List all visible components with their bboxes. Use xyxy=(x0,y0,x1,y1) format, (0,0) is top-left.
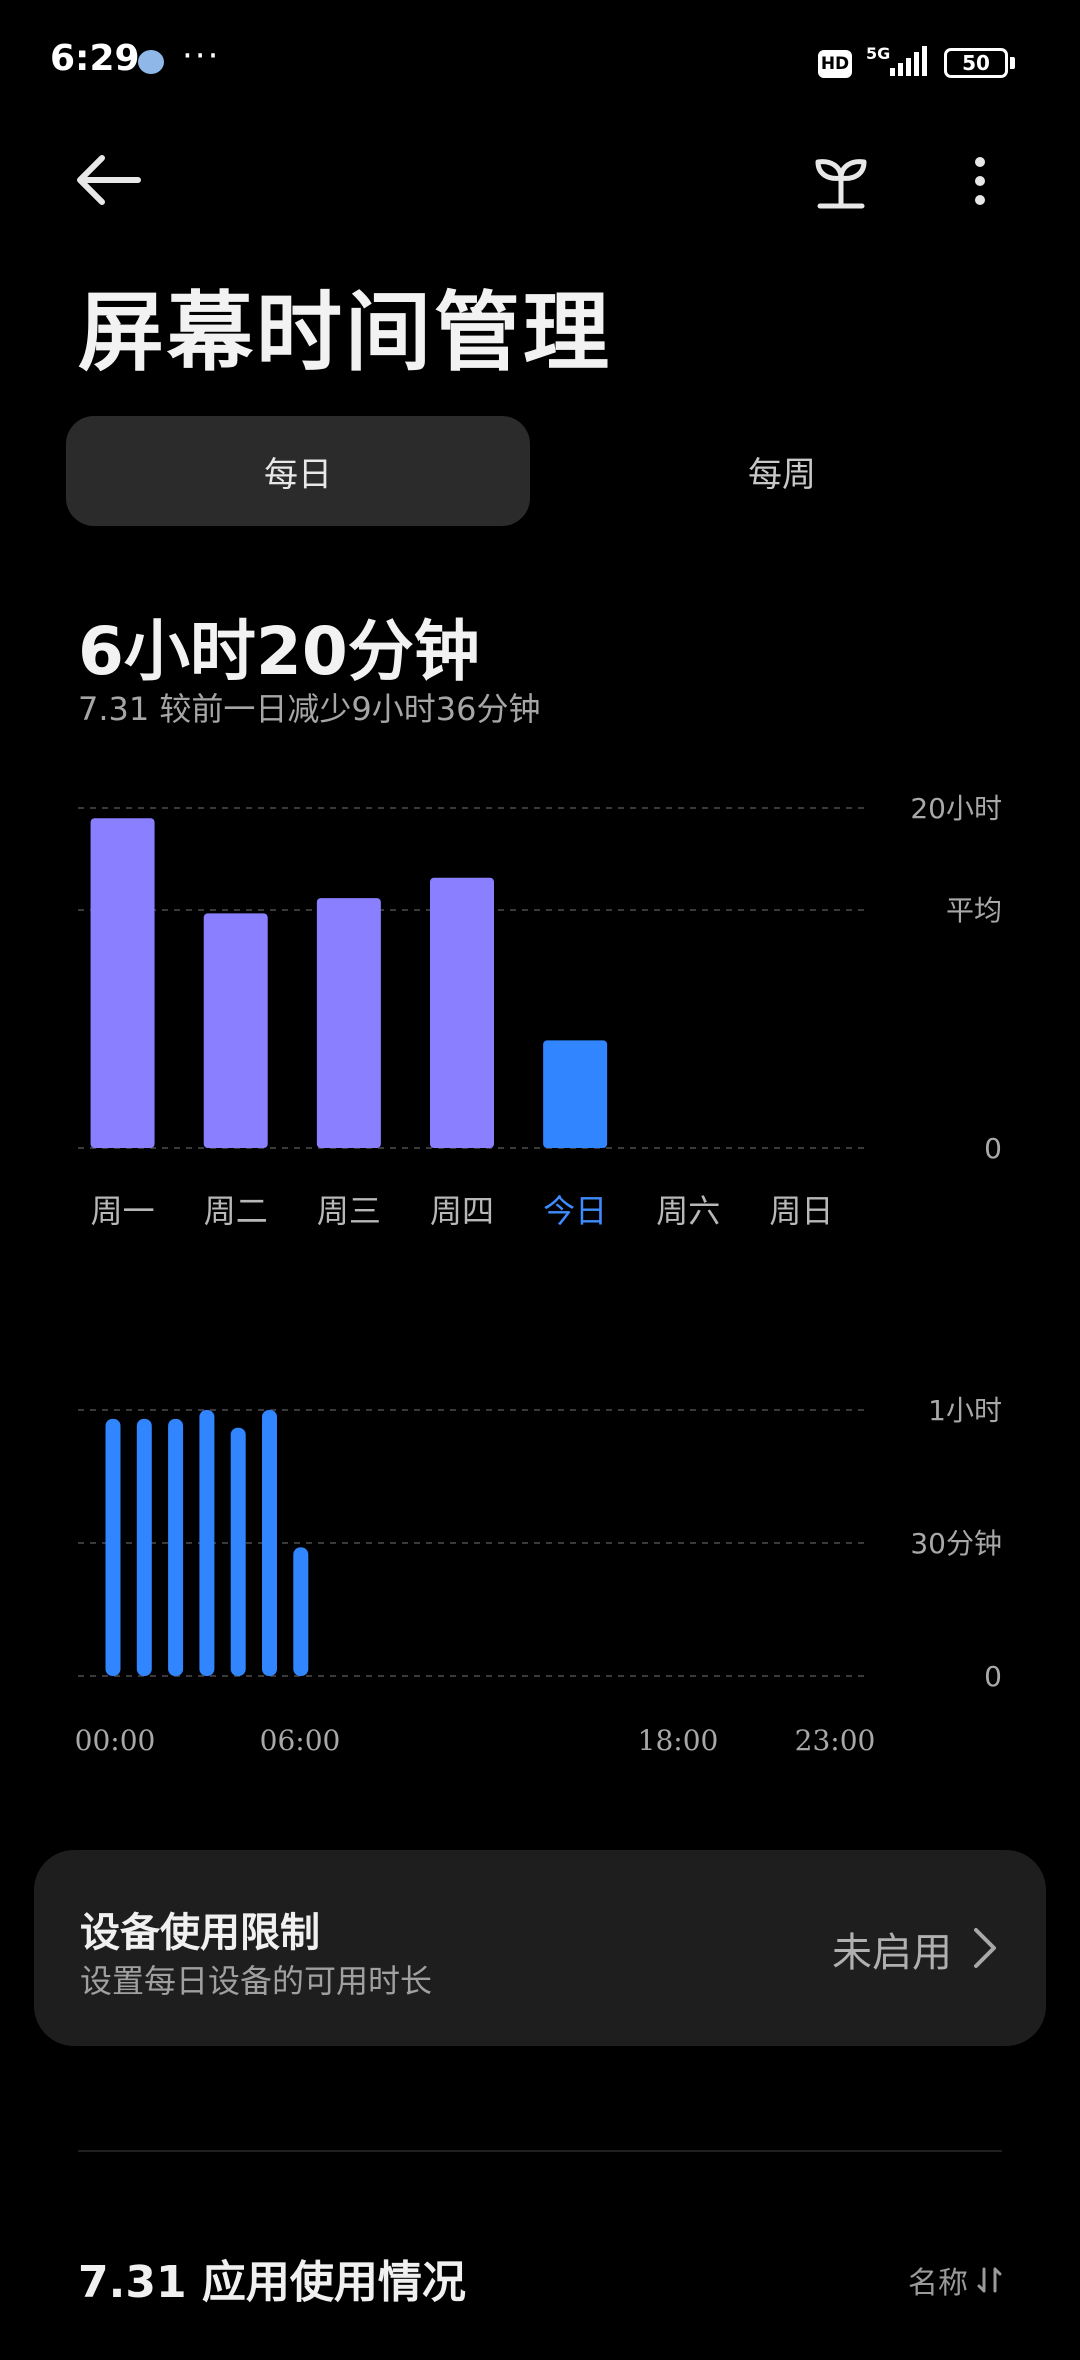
sprout-icon xyxy=(815,159,867,209)
bar xyxy=(199,1410,215,1676)
x-tick-label: 06:00 xyxy=(260,1724,341,1757)
y-tick-label: 0 xyxy=(984,1132,1002,1165)
device-limit-status: 未启用 xyxy=(832,1930,952,1976)
bar xyxy=(136,1418,152,1676)
more-vertical-icon xyxy=(975,157,985,205)
bar xyxy=(543,1040,608,1148)
y-tick-label: 0 xyxy=(984,1660,1002,1693)
compare-text: 7.31 较前一日减少9小时36分钟 xyxy=(78,690,541,728)
x-tick-label: 周一 xyxy=(91,1192,155,1230)
weekly-chart-svg: 20小时平均 0 周一 周二 周三 周四 今日 周六 周日 xyxy=(78,792,1002,1230)
sort-label: 名称 xyxy=(908,2266,968,2301)
bar xyxy=(262,1410,277,1676)
tab-weekly[interactable]: 每周 xyxy=(550,416,1014,526)
x-tick-label: 今日 xyxy=(543,1192,607,1230)
more-options-button[interactable] xyxy=(950,148,1010,218)
app-usage-title: 7.31 应用使用情况 xyxy=(78,2257,466,2308)
device-limit-subtitle: 设置每日设备的可用时长 xyxy=(80,1962,433,2000)
y-tick-label: 平均 xyxy=(946,894,1002,927)
bar xyxy=(90,818,155,1148)
back-button[interactable] xyxy=(70,148,150,212)
weekly-usage-chart: 20小时平均 0 周一 周二 周三 周四 今日 周六 周日 xyxy=(0,760,1080,1260)
section-divider xyxy=(78,2150,1002,2152)
device-limit-title: 设备使用限制 xyxy=(80,1910,320,1956)
bar xyxy=(168,1418,184,1676)
bar xyxy=(316,898,381,1148)
signal-icon xyxy=(890,46,927,76)
x-tick-label: 23:00 xyxy=(795,1724,876,1757)
x-tick-label: 00:00 xyxy=(75,1724,156,1757)
x-tick-label: 周四 xyxy=(430,1192,494,1230)
total-screen-time: 6小时20分钟 xyxy=(78,613,480,690)
y-tick-label: 1小时 xyxy=(928,1394,1002,1427)
page-title: 屏幕时间管理 xyxy=(78,283,612,383)
y-tick-label: 20小时 xyxy=(910,792,1002,825)
x-tick-label: 18:00 xyxy=(638,1724,719,1757)
bar xyxy=(105,1418,121,1676)
bar xyxy=(293,1547,309,1676)
x-tick-label: 周三 xyxy=(317,1192,381,1230)
status-time: 6:29 xyxy=(50,38,140,79)
hourly-usage-chart: 1小时 30分钟 0 00:00 06:00 18:00 23:00 xyxy=(0,1370,1080,1870)
bar xyxy=(230,1427,246,1676)
back-arrow-icon xyxy=(77,155,141,205)
x-tick-label: 周六 xyxy=(656,1192,720,1230)
x-tick-label: 周二 xyxy=(204,1192,268,1230)
sort-icon xyxy=(977,2267,1002,2293)
battery-tip xyxy=(1010,57,1015,69)
network-type: 5G xyxy=(866,44,891,63)
period-segment-control: 每日 每周 xyxy=(66,416,1014,526)
device-limit-card[interactable]: 设备使用限制 设置每日设备的可用时长 未启用 xyxy=(34,1850,1046,2046)
tab-daily[interactable]: 每日 xyxy=(66,416,530,526)
sprout-button[interactable] xyxy=(806,148,876,218)
bar xyxy=(203,913,268,1148)
status-more-notifications: ··· xyxy=(182,36,221,76)
notification-app-icon xyxy=(138,50,164,74)
battery-icon: 50 xyxy=(944,48,1008,78)
chevron-right-icon xyxy=(974,1928,996,1968)
y-tick-label: 30分钟 xyxy=(910,1527,1002,1560)
hourly-chart-svg: 1小时 30分钟 0 00:00 06:00 18:00 23:00 xyxy=(75,1394,1002,1757)
bar xyxy=(430,877,494,1148)
x-tick-label: 周日 xyxy=(769,1192,833,1230)
status-bar: 6:29 ··· HD 5G 50 xyxy=(0,0,1080,130)
hd-voice-badge: HD xyxy=(818,50,852,78)
sort-by-name-button[interactable]: 名称 xyxy=(908,2258,1004,2302)
